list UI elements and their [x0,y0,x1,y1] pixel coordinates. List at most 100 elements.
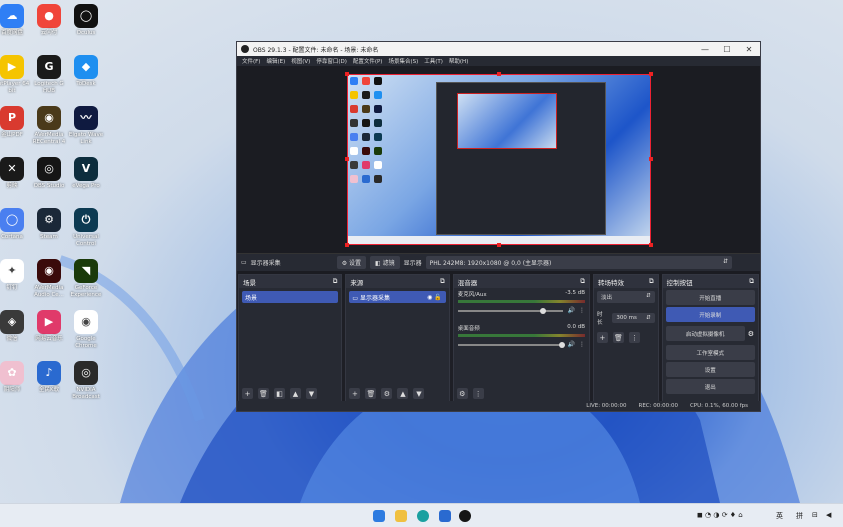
desktop-icon-anime[interactable]: ✿ 阴阳师 [0,361,32,394]
undock-icon[interactable]: ⧉ [649,277,654,286]
title-bar[interactable]: OBS 29.1.3 - 配置文件: 未命名 - 场景: 未命名 — ☐ ✕ [237,42,760,56]
resize-handle-br[interactable] [649,243,653,247]
resize-handle-tr[interactable] [649,72,653,76]
desktop-icon-avermedia-audio[interactable]: ◉ AVerMedia Audio Ce... [29,259,69,298]
trash-icon[interactable]: 🗑 [365,388,377,399]
desktop-icon-app-icon-b[interactable]: ▶ 网易云音乐 [29,310,69,343]
gear-icon[interactable]: ⚙ [456,388,468,399]
slider-knob[interactable] [540,307,547,314]
start-streaming-button[interactable]: 开始直播 [665,290,756,305]
properties-button[interactable]: ⚙ 设置 [336,256,366,269]
start-icon[interactable] [373,510,385,522]
resize-handle-bc[interactable] [497,243,501,247]
desktop-icon-cortana[interactable]: ◯ Cortana [0,208,32,241]
more-icon[interactable]: ⋮ [628,332,640,343]
ime-lang[interactable]: 英 [776,511,783,521]
preview-canvas[interactable] [347,74,651,245]
file-explorer-icon[interactable] [395,510,407,522]
tray-icons[interactable]: ◼ ◔ ◑ ⟳ ♦ ⌂ [697,511,743,519]
desktop-icon-obs[interactable]: ◎ OBS Studio [29,157,69,190]
desktop-icon-wechat[interactable]: ◈ 微信 [0,310,32,343]
slider-knob[interactable] [559,341,566,348]
exit-button[interactable]: 退出 [665,379,756,394]
desktop-icon-potplayer[interactable]: ▶ PotPlayer 64 bit [0,55,32,94]
more-icon[interactable]: ⋮ [472,388,484,399]
resize-handle-tl[interactable] [345,72,349,76]
settings-button[interactable]: 设置 [665,362,756,377]
arrow-up-icon[interactable]: ▲ [397,388,409,399]
virtual-camera-button[interactable]: 启动虚拟摄像机 [665,326,745,341]
duration-input[interactable]: 300 ms ⇵ [612,313,655,323]
arrow-down-icon[interactable]: ▼ [413,388,425,399]
studio-mode-button[interactable]: 工作室模式 [665,345,756,360]
desktop-icon-wave[interactable]: 〰 Elgato Wave Link [66,106,106,145]
minimize-button[interactable]: — [694,45,716,54]
arrow-up-icon[interactable]: ▲ [290,388,301,399]
transition-select[interactable]: 淡出 ⇵ [596,291,655,303]
desktop-icon-app-icon-a[interactable]: ✦ 钉钉 [0,259,32,292]
trash-icon[interactable]: 🗑 [612,332,624,343]
menu-tools[interactable]: 工具(T) [424,57,443,65]
desktop-icon-chrome[interactable]: ◉ Google Chrome [66,310,106,349]
obs-taskbar-icon[interactable] [459,510,471,522]
desktop-icon-todesk[interactable]: ◆ ToDesk [66,55,106,88]
desktop-icon-universal-control[interactable]: ⏻ Universal Control [66,208,106,247]
desktop-icon-oculus[interactable]: ◯ Oculus [66,4,106,37]
desktop-icon-pdf[interactable]: P 金山PDF [0,106,32,139]
desktop-icon-geforce[interactable]: ◥ GeForce Experience [66,259,106,298]
desktop-icon-vegas[interactable]: VeVega Pro [66,157,106,190]
spin-icon[interactable]: ⇵ [646,315,651,321]
close-button[interactable]: ✕ [738,45,760,54]
trash-icon[interactable]: 🗑 [258,388,269,399]
desktop-icon-nvidia[interactable]: ◎ NVIDIA Broadcast [66,361,106,400]
desktop-icon-app-icon-c[interactable]: ♪ 全民K歌 [29,361,69,394]
arrow-down-icon[interactable]: ▼ [306,388,317,399]
desktop-icon-logitech[interactable]: G Logitech G HUB [29,55,69,94]
volume-slider[interactable]: 🔊 ⋮ [457,307,585,314]
start-recording-button[interactable]: 开始录制 [665,307,756,322]
desktop-icon-avermedia[interactable]: ◉ AVerMedia RECentral 4 [29,106,69,145]
menu-scene-collection[interactable]: 场景集合(S) [388,57,418,65]
display-select[interactable]: PHL 242M8: 1920x1080 @ 0,0 (主显示器) ⇵ [425,256,732,269]
gear-icon[interactable]: ⚙ [748,330,754,338]
gear-icon[interactable]: ⚙ [381,388,393,399]
desktop-icon-xiaohongshu[interactable]: ● 云闪付 [29,4,69,37]
menu-view[interactable]: 视图(V) [291,57,310,65]
add-icon[interactable]: + [596,332,608,343]
store-icon[interactable] [439,510,451,522]
desktop-icon-adobe[interactable]: ✕ 剪映 [0,157,32,190]
speaker-icon[interactable]: 🔊 [567,341,574,348]
volume-slider[interactable]: 🔊 ⋮ [457,341,585,348]
eye-icon[interactable]: ◉ [427,294,432,301]
maximize-button[interactable]: ☐ [716,45,738,54]
add-icon[interactable]: + [242,388,253,399]
undock-icon[interactable]: ⧉ [749,277,754,286]
scene-item[interactable]: 场景 [242,291,339,303]
lock-icon[interactable]: 🔓 [434,294,441,301]
desktop-icon-baidu-netdisk[interactable]: ☁ 百度网盘 [0,4,32,37]
volume-icon[interactable]: ◀ [826,511,831,519]
menu-docks[interactable]: 停靠窗口(D) [316,57,347,65]
filter-icon[interactable]: ◧ [274,388,285,399]
undock-icon[interactable]: ⧉ [440,277,445,286]
more-icon[interactable]: ⋮ [579,307,585,314]
menu-profile[interactable]: 配置文件(P) [353,57,383,65]
undock-icon[interactable]: ⧉ [333,277,338,286]
network-icon[interactable]: ⊟ [812,511,818,519]
speaker-icon[interactable]: 🔊 [567,307,574,314]
menu-edit[interactable]: 编辑(E) [266,57,285,65]
source-item[interactable]: ▭ 显示器采集 ◉ 🔓 [349,291,446,303]
desktop-icon-steam[interactable]: ⚙ Steam [29,208,69,241]
more-icon[interactable]: ⋮ [579,341,585,348]
add-icon[interactable]: + [349,388,361,399]
resize-handle-mr[interactable] [649,157,653,161]
resize-handle-tc[interactable] [497,72,501,76]
filters-button[interactable]: ◧ 滤镜 [370,256,400,269]
menu-file[interactable]: 文件(F) [242,57,260,65]
undock-icon[interactable]: ⧉ [580,277,585,286]
menu-help[interactable]: 帮助(H) [449,57,468,65]
resize-handle-ml[interactable] [345,157,349,161]
resize-handle-bl[interactable] [345,243,349,247]
ime-mode[interactable]: 拼 [796,511,803,521]
edge-icon[interactable] [417,510,429,522]
